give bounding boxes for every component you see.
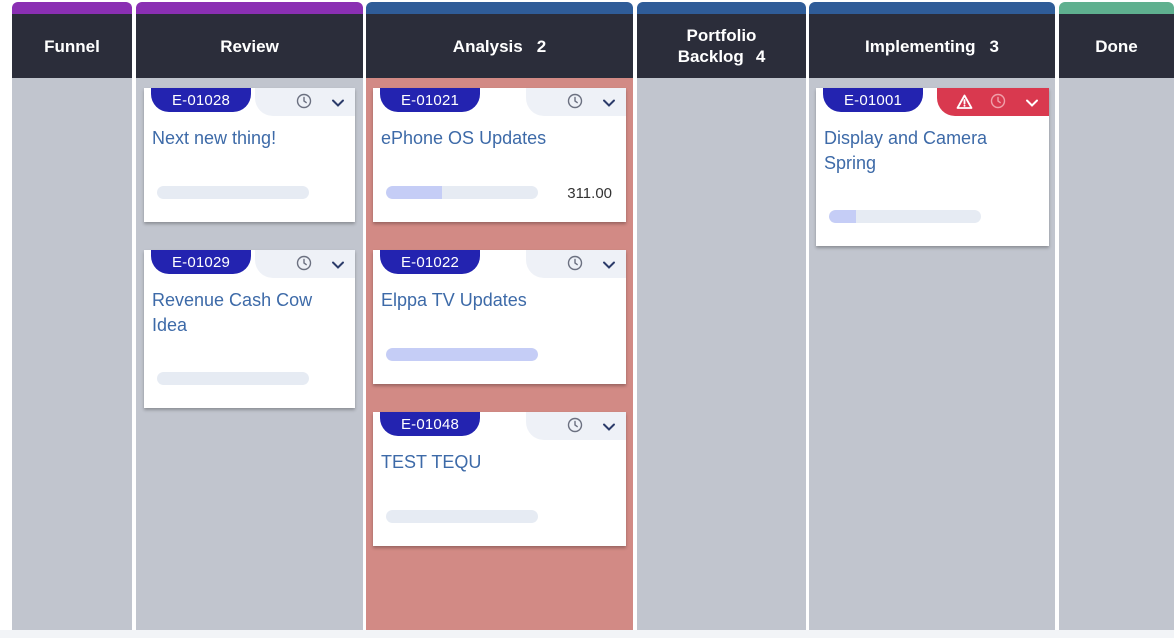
card-title[interactable]: ePhone OS Updates bbox=[381, 126, 616, 151]
chevron-down-icon[interactable] bbox=[329, 256, 347, 274]
column-title: Done bbox=[1095, 36, 1138, 56]
card-title[interactable]: Elppa TV Updates bbox=[381, 288, 616, 313]
column-header-funnel[interactable]: Funnel bbox=[12, 14, 132, 78]
card-id-badge[interactable]: E-01001 bbox=[823, 88, 923, 112]
feature-card[interactable]: E-01001 Display and Camera Spring bbox=[816, 88, 1049, 246]
column-done: Done bbox=[1059, 2, 1174, 632]
chevron-down-icon[interactable] bbox=[600, 256, 618, 274]
progress-bar bbox=[386, 510, 538, 523]
board-footer bbox=[0, 630, 1174, 638]
column-funnel: Funnel bbox=[12, 2, 132, 632]
feature-card[interactable]: E-01021 ePhone OS Updates 311.00 bbox=[373, 88, 626, 222]
clock-icon[interactable] bbox=[566, 92, 584, 110]
chevron-down-icon[interactable] bbox=[329, 94, 347, 112]
column-count: 2 bbox=[536, 36, 547, 56]
card-title[interactable]: Revenue Cash Cow Idea bbox=[152, 288, 345, 338]
clock-icon[interactable] bbox=[566, 416, 584, 434]
card-id-badge[interactable]: E-01021 bbox=[380, 88, 480, 112]
column-title: Implementing bbox=[865, 36, 976, 56]
column-review: Review E-01028 Next new thing! E-01029 R… bbox=[136, 2, 363, 632]
column-title-line1: Portfolio bbox=[686, 26, 757, 45]
clock-icon[interactable] bbox=[295, 254, 313, 272]
card-id-badge[interactable]: E-01028 bbox=[151, 88, 251, 112]
progress-bar bbox=[386, 186, 538, 199]
column-title: Funnel bbox=[44, 36, 100, 56]
card-title[interactable]: TEST TEQU bbox=[381, 450, 616, 475]
column-title: Analysis bbox=[452, 36, 523, 56]
progress-fill bbox=[386, 348, 538, 361]
card-id-badge[interactable]: E-01048 bbox=[380, 412, 480, 436]
progress-bar bbox=[157, 186, 309, 199]
progress-fill bbox=[829, 210, 857, 223]
feature-card[interactable]: E-01029 Revenue Cash Cow Idea bbox=[144, 250, 355, 408]
column-title: Review bbox=[220, 36, 279, 56]
column-header-implementing[interactable]: Implementing 3 bbox=[809, 14, 1055, 78]
card-title[interactable]: Display and Camera Spring bbox=[824, 126, 1039, 176]
column-portfolio-backlog: Portfolio Backlog 4 bbox=[637, 2, 806, 632]
column-analysis: Analysis 2 E-01021 ePhone OS Updates 311… bbox=[366, 2, 633, 632]
column-count: 4 bbox=[755, 47, 766, 66]
card-id-badge[interactable]: E-01029 bbox=[151, 250, 251, 274]
chevron-down-icon[interactable] bbox=[600, 418, 618, 436]
feature-card[interactable]: E-01048 TEST TEQU bbox=[373, 412, 626, 546]
progress-bar bbox=[157, 372, 309, 385]
column-title: Backlog bbox=[677, 47, 744, 66]
clock-icon[interactable] bbox=[989, 92, 1007, 110]
column-body-done bbox=[1059, 78, 1174, 632]
warning-icon[interactable] bbox=[955, 93, 973, 111]
column-body-analysis: E-01021 ePhone OS Updates 311.00 E-01022 bbox=[366, 78, 633, 632]
feature-card[interactable]: E-01022 Elppa TV Updates bbox=[373, 250, 626, 384]
clock-icon[interactable] bbox=[295, 92, 313, 110]
column-header-done[interactable]: Done bbox=[1059, 14, 1174, 78]
card-title[interactable]: Next new thing! bbox=[152, 126, 345, 151]
column-body-review: E-01028 Next new thing! E-01029 Revenue … bbox=[136, 78, 363, 632]
column-header-review[interactable]: Review bbox=[136, 14, 363, 78]
clock-icon[interactable] bbox=[566, 254, 584, 272]
column-body-portfolio-backlog bbox=[637, 78, 806, 632]
column-body-funnel bbox=[12, 78, 132, 632]
column-header-analysis[interactable]: Analysis 2 bbox=[366, 14, 633, 78]
progress-bar bbox=[829, 210, 981, 223]
card-value: 311.00 bbox=[567, 185, 612, 202]
column-header-portfolio-backlog[interactable]: Portfolio Backlog 4 bbox=[637, 14, 806, 78]
column-title-line2: Backlog 4 bbox=[678, 46, 766, 67]
column-count: 3 bbox=[989, 36, 999, 56]
feature-card[interactable]: E-01028 Next new thing! bbox=[144, 88, 355, 222]
column-implementing: Implementing 3 E-01001 Display and Camer… bbox=[809, 2, 1055, 632]
chevron-down-icon[interactable] bbox=[1023, 94, 1041, 112]
card-id-badge[interactable]: E-01022 bbox=[380, 250, 480, 274]
kanban-board: Funnel Review E-01028 Next new thing! E-… bbox=[12, 2, 1174, 632]
chevron-down-icon[interactable] bbox=[600, 94, 618, 112]
column-body-implementing: E-01001 Display and Camera Spring bbox=[809, 78, 1055, 632]
progress-bar bbox=[386, 348, 538, 361]
progress-fill bbox=[386, 186, 443, 199]
